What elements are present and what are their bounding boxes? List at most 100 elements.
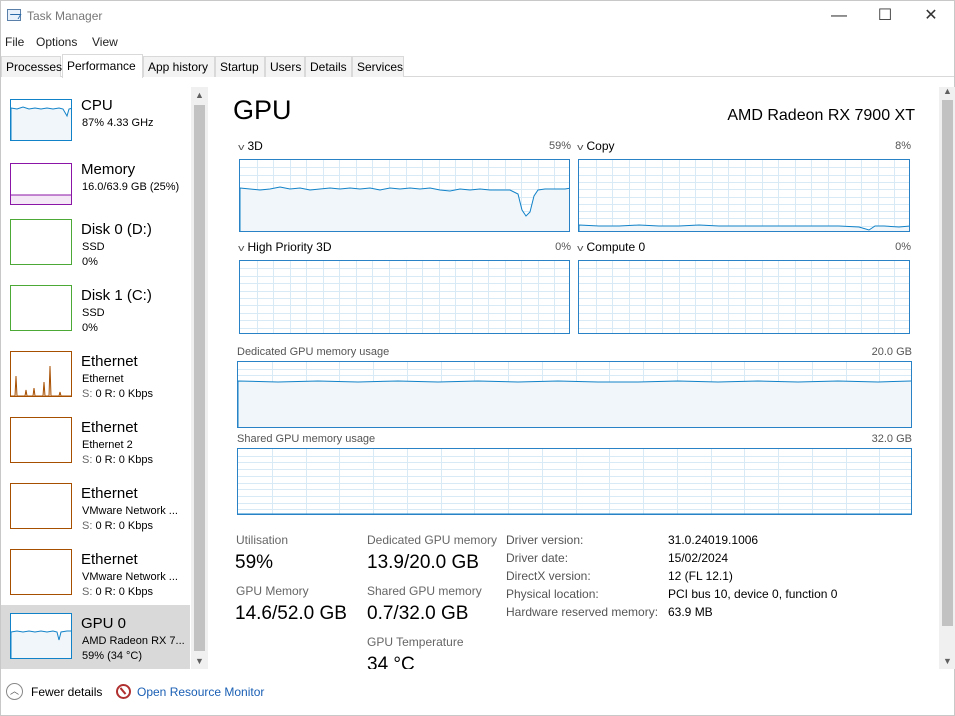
fewer-details-button[interactable]: Fewer details [31,685,102,699]
minimize-button[interactable]: — [816,1,862,32]
open-resource-monitor-link[interactable]: Open Resource Monitor [137,685,264,699]
engine-copy-graph [578,159,910,232]
sidebar-item-usage: 0% [82,256,98,268]
gpu-temperature-value: 34 °C [367,654,415,669]
sidebar-item-cpu[interactable]: CPU 87% 4.33 GHz [1,87,190,151]
ethernet-3-thumbnail-graph [10,483,72,529]
shared-memory-max: 32.0 GB [871,433,912,445]
tab-processes[interactable]: Processes [1,56,62,77]
sidebar-item-detail: SSD [82,307,105,319]
engine-high-priority-3d-selector[interactable]: v High Priority 3D [238,240,331,254]
gpu-0-thumbnail-graph [10,613,72,659]
engine-label: Compute 0 [586,240,646,254]
gpu-memory-label: GPU Memory [236,584,309,598]
sidebar-item-detail: Ethernet [82,373,124,385]
ethernet-4-thumbnail-graph [10,549,72,595]
sidebar-item-name: Ethernet [81,485,138,502]
engine-compute-0-selector[interactable]: v Compute 0 [577,240,646,254]
engine-percent: 0% [895,241,911,253]
engine-label: Copy [586,139,615,153]
chevron-down-icon: v [577,243,584,253]
main-scrollbar[interactable]: ▲ ▼ [939,86,955,669]
throughput-value: 0 R: 0 Kbps [95,454,153,466]
disk-1-thumbnail-graph [10,285,72,331]
resource-sidebar: CPU 87% 4.33 GHz Memory 16.0/63.9 GB (25… [1,87,208,669]
sidebar-item-ethernet-1[interactable]: Ethernet Ethernet S: 0 R: 0 Kbps [1,343,190,407]
scroll-up-icon[interactable]: ▲ [191,87,208,103]
close-button[interactable]: ✕ [908,1,954,32]
utilisation-value: 59% [235,552,274,573]
sidebar-item-detail: VMware Network ... [82,505,178,517]
menu-view[interactable]: View [92,35,118,49]
sidebar-item-detail: SSD [82,241,105,253]
directx-version-label: DirectX version: [506,569,591,583]
dedicated-memory-max: 20.0 GB [871,346,912,358]
menu-bar: File Options View [1,32,954,52]
scroll-up-icon[interactable]: ▲ [939,83,955,99]
engine-copy-selector[interactable]: v Copy [577,139,615,153]
tab-users[interactable]: Users [265,56,305,77]
sidebar-item-ethernet-3[interactable]: Ethernet VMware Network ... S: 0 R: 0 Kb… [1,475,190,539]
sidebar-item-memory[interactable]: Memory 16.0/63.9 GB (25%) [1,151,190,215]
sidebar-item-detail: Ethernet 2 [82,439,133,451]
sidebar-item-disk-1[interactable]: Disk 1 (C:) SSD 0% [1,277,190,341]
chevron-down-icon: v [238,142,245,152]
utilisation-label: Utilisation [236,533,289,547]
dedicated-gpu-memory-label: Dedicated GPU memory [367,533,498,547]
ethernet-2-thumbnail-graph [10,417,72,463]
task-manager-icon [7,9,21,21]
sidebar-scroll-thumb[interactable] [194,105,205,651]
resource-monitor-icon[interactable] [116,684,131,699]
send-label: S: [82,520,93,532]
shared-gpu-memory-value: 0.7/32.0 GB [367,603,469,624]
gpu-memory-value: 14.6/52.0 GB [235,603,347,624]
task-manager-window: Task Manager — ☐ ✕ File Options View Pro… [0,0,955,716]
title-bar: Task Manager — ☐ ✕ [1,1,954,32]
sidebar-item-ethernet-2[interactable]: Ethernet Ethernet 2 S: 0 R: 0 Kbps [1,409,190,473]
cpu-thumbnail-graph [10,99,72,141]
sidebar-item-throughput: S: 0 R: 0 Kbps [82,520,153,532]
sidebar-item-throughput: S: 0 R: 0 Kbps [82,454,153,466]
sidebar-item-detail: 87% 4.33 GHz [82,117,154,129]
sidebar-item-throughput: S: 0 R: 0 Kbps [82,586,153,598]
scroll-down-icon[interactable]: ▼ [191,653,208,669]
sidebar-item-usage: 0% [82,322,98,334]
sidebar-scrollbar[interactable]: ▲ ▼ [191,87,208,669]
sidebar-item-name: Memory [81,161,136,178]
sidebar-item-ethernet-4[interactable]: Ethernet VMware Network ... S: 0 R: 0 Kb… [1,541,190,605]
chevron-up-icon[interactable]: ︿ [6,683,23,700]
tab-performance[interactable]: Performance [62,54,143,78]
driver-version-value: 31.0.24019.1006 [668,533,759,547]
main-scroll-thumb[interactable] [942,100,953,626]
driver-date-label: Driver date: [506,551,569,565]
engine-percent: 59% [548,140,571,152]
tab-details[interactable]: Details [305,56,352,77]
sidebar-item-detail: AMD Radeon RX 7... [82,635,185,647]
tab-app-history[interactable]: App history [143,56,215,77]
maximize-button[interactable]: ☐ [862,1,908,32]
gpu-temperature-clip: 34 °C [367,654,487,669]
driver-version-label: Driver version: [506,533,584,547]
engine-compute-0-graph [578,260,910,334]
page-title: GPU [233,95,292,125]
shared-memory-label: Shared GPU memory usage [237,433,376,445]
engine-high-priority-3d-graph [239,260,570,334]
engine-3d-selector[interactable]: v 3D [238,139,263,153]
menu-file[interactable]: File [5,35,24,49]
sidebar-item-throughput: S: 0 R: 0 Kbps [82,388,153,400]
scroll-down-icon[interactable]: ▼ [939,653,955,669]
sidebar-item-usage: 59% (34 °C) [82,650,143,662]
gpu-temperature-label: GPU Temperature [367,635,464,649]
sidebar-item-name: Ethernet [81,551,138,568]
engine-percent: 8% [895,140,911,152]
sidebar-item-name: Ethernet [81,419,138,436]
hardware-reserved-memory-label: Hardware reserved memory: [506,605,659,619]
tab-services[interactable]: Services [352,56,404,77]
menu-options[interactable]: Options [36,35,77,49]
sidebar-item-gpu-0[interactable]: GPU 0 AMD Radeon RX 7... 59% (34 °C) [1,605,190,669]
window-title: Task Manager [27,9,103,23]
sidebar-item-disk-0[interactable]: Disk 0 (D:) SSD 0% [1,211,190,275]
tab-startup[interactable]: Startup [215,56,265,77]
sidebar-item-detail: VMware Network ... [82,571,178,583]
engine-3d-graph [239,159,570,232]
